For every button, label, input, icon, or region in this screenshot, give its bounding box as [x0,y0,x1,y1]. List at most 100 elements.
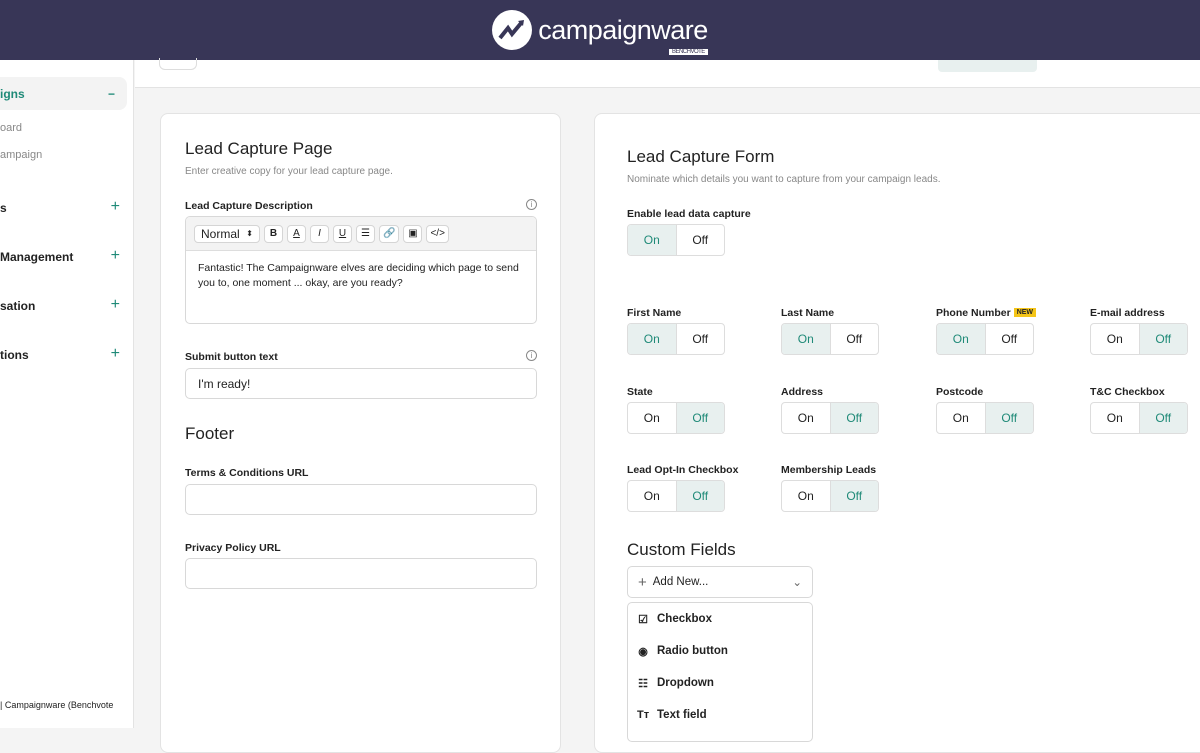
on-option[interactable]: On [628,481,676,511]
description-label: Lead Capture Description [185,200,313,212]
field-label: Address [781,386,824,398]
logo-icon [492,10,533,50]
card-title: Lead Capture Form [627,147,775,166]
field-label: First Name [627,307,682,319]
field-toggle[interactable]: On Off [1090,402,1188,434]
text-color-icon[interactable]: A [287,224,306,243]
field-label: Last Name [781,307,835,319]
description-editor[interactable]: Normal ⬍ B A I U ☰ 🔗 ▣ </> Fantastic! The… [185,216,537,324]
underline-icon[interactable]: U [333,224,352,243]
code-icon[interactable]: </> [426,224,449,243]
on-option[interactable]: On [782,481,830,511]
enable-toggle[interactable]: On Off [627,224,725,256]
logo[interactable]: campaignware BENCHVOTE [492,10,708,55]
expand-icon: + [110,198,120,215]
sidebar-item-1[interactable]: s + [0,198,120,216]
italic-icon[interactable]: I [310,224,329,243]
checkbox-icon: ☑ [638,613,648,626]
menu-item-dropdown[interactable]: ☷ Dropdown [628,667,812,699]
off-option[interactable]: Off [1138,324,1187,354]
card-subtitle: Nominate which details you want to captu… [627,174,941,185]
on-option[interactable]: On [628,225,676,255]
field-label: E-mail address [1090,307,1165,319]
enable-label: Enable lead data capture [627,208,751,220]
terms-url-input[interactable] [185,484,537,515]
collapse-icon[interactable]: − [108,87,115,101]
menu-item-radio[interactable]: ◉ Radio button [628,635,812,667]
radio-icon: ◉ [638,645,648,658]
off-option[interactable]: Off [1138,403,1187,433]
on-option[interactable]: On [937,403,985,433]
on-option[interactable]: On [1091,324,1139,354]
sidebar: igns − oard ampaign s + Management + sation… [0,60,134,728]
sidebar-item-campaigns[interactable]: igns − [0,77,127,110]
brand-name: campaignware [538,14,708,45]
format-select[interactable]: Normal ⬍ [194,224,260,243]
off-option[interactable]: Off [675,403,724,433]
off-option[interactable]: Off [829,324,879,354]
field-toggle[interactable]: On Off [936,323,1034,355]
off-option[interactable]: Off [675,481,724,511]
custom-field-menu: ☑ Checkbox ◉ Radio button ☷ Dropdown Tт Text… [627,602,813,742]
on-option[interactable]: On [1091,403,1139,433]
field-toggle[interactable]: On Off [936,402,1034,434]
on-option[interactable]: On [782,324,830,354]
field-label: Postcode [936,386,984,398]
sidebar-subitem-campaign[interactable]: ampaign [0,149,42,161]
add-new-dropdown[interactable]: + Add New... ⌄ [627,566,813,598]
editor-toolbar: Normal ⬍ B A I U ☰ 🔗 ▣ </> [186,217,536,251]
field-toggle[interactable]: On Off [781,323,879,355]
chevron-down-icon: ⌄ [792,577,802,589]
image-icon[interactable]: ▣ [403,224,423,243]
on-option[interactable]: On [628,324,676,354]
field-toggle[interactable]: On Off [781,402,879,434]
off-option[interactable]: Off [984,403,1033,433]
new-badge: NEW [1013,308,1037,317]
field-toggle[interactable]: On Off [1090,323,1188,355]
submit-label: Submit button text [185,351,278,363]
description-text[interactable]: Fantastic! The Campaignware elves are de… [186,251,536,301]
on-option[interactable]: On [628,403,676,433]
active-step-tab[interactable] [938,60,1037,72]
custom-fields-title: Custom Fields [627,540,736,559]
sidebar-item-sation[interactable]: sation + [0,296,120,314]
plus-icon: + [638,573,647,591]
lead-capture-page-card: Lead Capture Page Enter creative copy fo… [160,113,561,753]
link-icon[interactable]: 🔗 [379,224,400,243]
field-toggle[interactable]: On Off [627,402,725,434]
field-toggle[interactable]: On Off [627,323,725,355]
sidebar-subitem-dashboard[interactable]: oard [0,122,22,134]
expand-icon: + [110,296,120,313]
menu-item-checkbox[interactable]: ☑ Checkbox [628,603,812,635]
field-toggle[interactable]: On Off [781,480,879,512]
bold-icon[interactable]: B [264,224,283,243]
top-bar [135,58,1200,88]
off-option[interactable]: Off [829,481,878,511]
off-option[interactable]: Off [829,403,878,433]
app-header: campaignware BENCHVOTE [0,0,1200,60]
on-option[interactable]: On [937,324,985,354]
off-option[interactable]: Off [984,324,1034,354]
sidebar-item-management[interactable]: Management + [0,247,120,265]
back-button[interactable] [159,58,197,70]
info-icon[interactable]: i [526,199,537,210]
info-icon[interactable]: i [526,350,537,361]
align-icon[interactable]: ☰ [356,224,375,243]
dropdown-icon: ☷ [638,677,648,690]
field-label: Membership Leads [781,464,877,476]
sidebar-item-tions[interactable]: tions + [0,346,120,363]
on-option[interactable]: On [782,403,830,433]
expand-icon: + [110,247,120,264]
footer-title: Footer [185,424,235,443]
brand-by: BENCHVOTE [668,48,708,55]
field-toggle[interactable]: On Off [627,480,725,512]
menu-item-text-field[interactable]: Tт Text field [628,699,812,731]
privacy-url-input[interactable] [185,558,537,589]
field-label: State [627,386,653,398]
submit-text-input[interactable]: I'm ready! [185,368,537,399]
text-field-icon: Tт [637,709,650,721]
off-option[interactable]: Off [675,324,725,354]
card-subtitle: Enter creative copy for your lead captur… [185,166,393,177]
card-title: Lead Capture Page [185,139,333,158]
off-option[interactable]: Off [675,225,725,255]
